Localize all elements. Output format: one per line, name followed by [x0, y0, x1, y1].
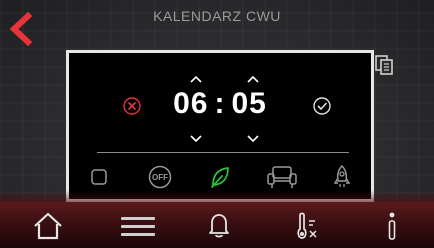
- chevron-up-icon: [190, 75, 202, 83]
- nav-home[interactable]: [30, 208, 66, 244]
- mode-comfort-button[interactable]: [265, 163, 299, 191]
- mode-eco-button[interactable]: [207, 163, 233, 191]
- divider: [97, 152, 349, 153]
- menu-icon: [121, 217, 155, 236]
- nav-temperature[interactable]: [288, 208, 322, 244]
- mode-off-button[interactable]: OFF: [145, 163, 175, 191]
- nav-info[interactable]: [380, 208, 404, 244]
- checkbox-icon: [91, 169, 107, 185]
- off-label: OFF: [152, 173, 168, 182]
- info-icon: [388, 212, 396, 240]
- chevron-up-icon: [247, 75, 259, 83]
- nav-menu[interactable]: [118, 208, 158, 244]
- home-icon: [34, 212, 62, 240]
- copy-button[interactable]: [374, 54, 394, 76]
- rocket-icon: [333, 165, 351, 187]
- leaf-icon: [211, 167, 229, 188]
- time-picker-dialog: 06:05 OFF: [66, 50, 374, 202]
- copy-icon: [375, 55, 393, 75]
- mode-boost-button[interactable]: [331, 163, 353, 191]
- minutes-increase-button[interactable]: [246, 71, 260, 83]
- minutes-value[interactable]: 05: [232, 87, 267, 120]
- thermometer-icon: [297, 212, 317, 239]
- time-separator: :: [214, 87, 226, 120]
- hours-value[interactable]: 06: [173, 87, 208, 120]
- hours-increase-button[interactable]: [189, 71, 203, 83]
- chevron-down-icon: [190, 135, 202, 143]
- check-circle-icon: [313, 97, 331, 115]
- page-title: KALENDARZ CWU: [153, 8, 281, 24]
- chevron-down-icon: [247, 135, 259, 143]
- bottom-nav-bar: [0, 190, 434, 248]
- off-icon: OFF: [148, 165, 172, 189]
- minutes-decrease-button[interactable]: [246, 131, 260, 143]
- armchair-icon: [267, 166, 297, 188]
- mode-empty-button[interactable]: [87, 163, 111, 191]
- confirm-button[interactable]: [311, 95, 333, 117]
- nav-alerts[interactable]: [206, 208, 232, 244]
- bell-icon: [209, 214, 229, 238]
- hours-decrease-button[interactable]: [189, 131, 203, 143]
